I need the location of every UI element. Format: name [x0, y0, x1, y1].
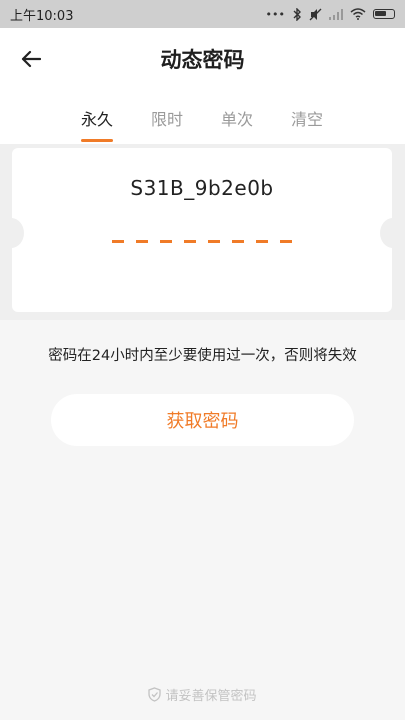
get-password-button[interactable]: 获取密码 [51, 394, 354, 446]
password-dash [112, 240, 124, 243]
password-card: S31B_9b2e0b [12, 148, 392, 312]
tab-label: 限时 [151, 110, 184, 129]
bluetooth-icon [293, 7, 301, 21]
page-title: 动态密码 [160, 48, 245, 72]
password-dash [160, 240, 172, 243]
status-bar: 上午10:03 ••• [0, 0, 405, 28]
password-dash [280, 240, 292, 243]
ticket-notch-left [12, 218, 24, 248]
signal-icon [329, 8, 343, 20]
tab-permanent[interactable]: 永久 [81, 106, 114, 142]
tab-timed[interactable]: 限时 [151, 106, 183, 142]
dots-icon: ••• [265, 7, 285, 21]
shield-icon [148, 687, 162, 702]
password-dash [136, 240, 148, 243]
tab-label: 单次 [221, 110, 254, 129]
password-dash [232, 240, 244, 243]
status-icons: ••• [265, 7, 395, 21]
status-time: 上午10:03 [10, 8, 74, 24]
footer-tip: 请妥善保管密码 [0, 685, 405, 704]
password-dash [256, 240, 268, 243]
mute-icon [309, 8, 322, 20]
header: 动态密码 [0, 28, 405, 90]
validity-notice: 密码在24小时内至少要使用过一次，否则将失效 [48, 348, 357, 364]
password-dash [184, 240, 196, 243]
tab-active-indicator [81, 139, 114, 142]
footer-text: 请妥善保管密码 [165, 689, 257, 704]
device-id: S31B_9b2e0b [130, 176, 274, 200]
wifi-icon [350, 8, 366, 20]
tab-bar: 永久 限时 单次 清空 [0, 90, 405, 144]
password-placeholder [112, 240, 292, 244]
tab-label: 清空 [291, 110, 324, 129]
password-dash [208, 240, 220, 243]
tab-once[interactable]: 单次 [221, 106, 253, 142]
password-card-area: S31B_9b2e0b [0, 144, 405, 320]
ticket-notch-right [380, 218, 392, 248]
battery-icon [373, 9, 395, 19]
tab-clear[interactable]: 清空 [291, 106, 323, 142]
tab-label: 永久 [81, 110, 114, 129]
